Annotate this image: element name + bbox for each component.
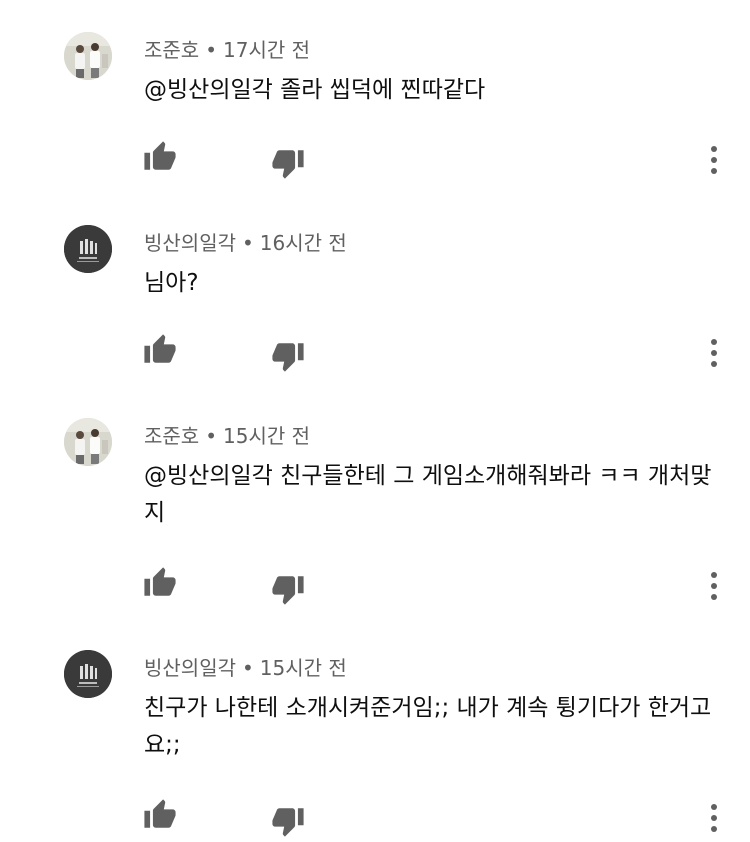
author-name[interactable]: 빙산의일각 — [144, 656, 236, 680]
more-vert-icon — [711, 146, 717, 174]
comment-text: @빙산의일각 졸라 씹덕에 찐따같다 — [144, 77, 486, 103]
avatar[interactable] — [64, 650, 112, 698]
comment-meta: 빙산의일각 • 16시간 전 — [144, 227, 347, 256]
more-actions-button[interactable] — [703, 801, 725, 835]
thumbs-down-icon — [272, 150, 304, 179]
like-button[interactable] — [143, 566, 177, 600]
dislike-button[interactable] — [271, 339, 305, 373]
thumbs-down-icon — [272, 576, 304, 605]
like-button[interactable] — [143, 798, 177, 832]
comment-meta: 조준호 • 15시간 전 — [144, 420, 310, 449]
meta-separator: • — [242, 231, 254, 255]
comment-text: 님아? — [144, 270, 199, 296]
thumbs-up-icon — [144, 334, 176, 363]
author-name[interactable]: 조준호 — [144, 424, 199, 448]
comment-text: @빙산의일각 친구들한테 그 게임소개해줘봐라 ㅋㅋ 개처맞지 — [144, 463, 712, 526]
more-actions-button[interactable] — [703, 569, 725, 603]
comment-time[interactable]: 16시간 전 — [260, 231, 347, 255]
comment-text: 친구가 나한테 소개시켜준거임;; 내가 계속 튕기다가 한거고요;; — [144, 695, 712, 758]
meta-separator: • — [242, 656, 254, 680]
more-actions-button[interactable] — [703, 336, 725, 370]
like-button[interactable] — [143, 333, 177, 367]
dislike-button[interactable] — [271, 572, 305, 606]
thumbs-up-icon — [144, 141, 176, 170]
comment-time[interactable]: 15시간 전 — [223, 424, 310, 448]
author-name[interactable]: 빙산의일각 — [144, 231, 236, 255]
more-vert-icon — [711, 339, 717, 367]
dislike-button[interactable] — [271, 146, 305, 180]
thumbs-down-icon — [272, 808, 304, 837]
author-name[interactable]: 조준호 — [144, 38, 199, 62]
comment-meta: 빙산의일각 • 15시간 전 — [144, 652, 347, 681]
comment-time[interactable]: 15시간 전 — [260, 656, 347, 680]
avatar[interactable] — [64, 418, 112, 466]
thumbs-up-icon — [144, 799, 176, 828]
more-vert-icon — [711, 572, 717, 600]
like-button[interactable] — [143, 140, 177, 174]
dislike-button[interactable] — [271, 804, 305, 838]
more-vert-icon — [711, 804, 717, 832]
thumbs-down-icon — [272, 343, 304, 372]
thumbs-up-icon — [144, 567, 176, 596]
more-actions-button[interactable] — [703, 143, 725, 177]
avatar[interactable] — [64, 225, 112, 273]
comment-time[interactable]: 17시간 전 — [223, 38, 310, 62]
comment-meta: 조준호 • 17시간 전 — [144, 34, 310, 63]
meta-separator: • — [205, 38, 217, 62]
meta-separator: • — [205, 424, 217, 448]
avatar[interactable] — [64, 32, 112, 80]
